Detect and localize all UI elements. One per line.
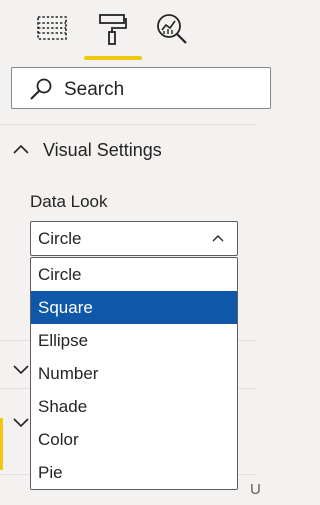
option-color[interactable]: Color [31, 423, 237, 456]
data-look-options-list: Circle Square Ellipse Number Shade Color… [30, 257, 238, 490]
chevron-down-icon [13, 365, 29, 375]
section-title: Visual Settings [43, 140, 162, 160]
section-header-visual-settings[interactable]: Visual Settings [0, 130, 256, 170]
data-look-dropdown[interactable]: Circle [30, 221, 238, 256]
search-input[interactable]: Search [11, 67, 271, 109]
tab-analytics[interactable] [144, 12, 200, 62]
partial-label: U [250, 481, 261, 498]
option-number[interactable]: Number [31, 357, 237, 390]
pane-tab-bar [0, 0, 256, 62]
active-tab-indicator [84, 56, 142, 60]
selection-accent-bar [0, 418, 3, 470]
chevron-up-icon [13, 144, 29, 154]
search-placeholder: Search [64, 79, 125, 100]
option-pie[interactable]: Pie [31, 456, 237, 489]
chevron-down-icon [13, 418, 29, 428]
option-shade[interactable]: Shade [31, 390, 237, 423]
divider [0, 124, 256, 125]
format-pane: Search Visual Settings Data Look Circle … [0, 0, 271, 505]
option-square[interactable]: Square [31, 291, 237, 324]
option-circle[interactable]: Circle [31, 258, 237, 291]
chevron-up-icon [212, 235, 224, 242]
tab-fields[interactable] [24, 12, 80, 62]
tab-format[interactable] [84, 12, 140, 62]
analytics-magnifier-icon [157, 14, 187, 44]
search-icon [30, 78, 52, 100]
data-look-label: Data Look [30, 192, 108, 211]
table-grid-icon [37, 16, 67, 40]
paint-roller-icon [99, 14, 127, 45]
option-ellipse[interactable]: Ellipse [31, 324, 237, 357]
dropdown-selected-value: Circle [38, 229, 82, 248]
